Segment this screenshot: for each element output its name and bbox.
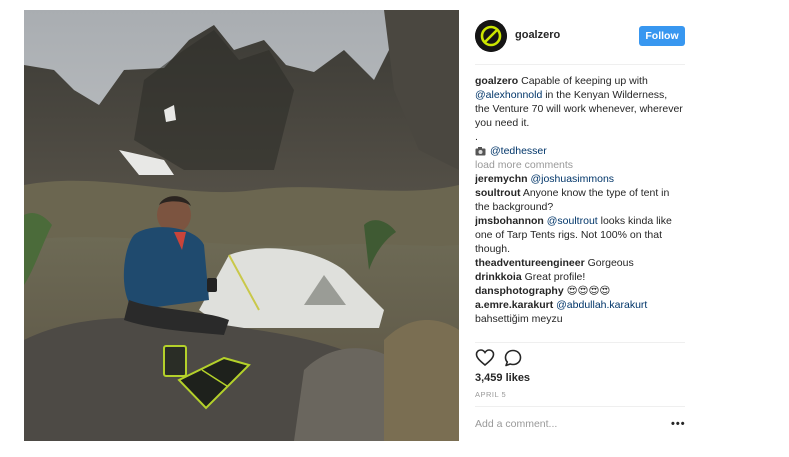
actions-divider bbox=[475, 342, 685, 343]
comment-mention[interactable]: @joshuasimmons bbox=[530, 173, 614, 185]
comment-username[interactable]: theadventureengineer bbox=[475, 257, 585, 269]
comment-username[interactable]: dansphotography bbox=[475, 285, 564, 297]
post-side-panel: goalzero Follow goalzero Capable of keep… bbox=[459, 10, 693, 441]
comment-item: soultrout Anyone know the type of tent i… bbox=[475, 186, 683, 214]
avatar[interactable] bbox=[475, 20, 507, 52]
add-comment-input[interactable]: Add a comment... bbox=[475, 418, 557, 430]
caption-username[interactable]: goalzero bbox=[475, 75, 518, 87]
comment-item: jmsbohannon @soultrout looks kinda like … bbox=[475, 214, 683, 256]
comment-item: drinkkoia Great profile! bbox=[475, 270, 683, 284]
comment-mention[interactable]: @soultrout bbox=[547, 215, 598, 227]
camera-icon bbox=[475, 146, 486, 155]
comment-username[interactable]: a.emre.karakurt bbox=[475, 299, 553, 311]
header-divider bbox=[475, 64, 685, 65]
comment-mention[interactable]: @abdullah.karakurt bbox=[556, 299, 647, 311]
caption: goalzero Capable of keeping up with @ale… bbox=[475, 74, 683, 130]
caption-dot: . bbox=[475, 131, 478, 143]
post-photo-image bbox=[24, 10, 459, 441]
comment-item: jeremychn @joshuasimmons bbox=[475, 172, 683, 186]
caption-mention[interactable]: @alexhonnold bbox=[475, 89, 542, 101]
comments-list[interactable]: goalzero Capable of keeping up with @ale… bbox=[475, 74, 683, 340]
comment-icon[interactable] bbox=[503, 348, 523, 368]
more-options-icon[interactable]: ••• bbox=[671, 418, 686, 430]
comment-text: Gorgeous bbox=[587, 257, 634, 269]
caption-text-1: Capable of keeping up with bbox=[521, 75, 648, 87]
post-username[interactable]: goalzero bbox=[515, 29, 560, 41]
comment-box-divider bbox=[475, 406, 685, 407]
photo-credit-mention[interactable]: @tedhesser bbox=[490, 144, 547, 158]
post-actions bbox=[475, 348, 685, 368]
comment-item: dansphotography 😍😍😍😍 bbox=[475, 284, 683, 298]
load-more-comments[interactable]: load more comments bbox=[475, 158, 683, 172]
comment-username[interactable]: drinkkoia bbox=[475, 271, 522, 283]
likes-count[interactable]: 3,459 likes bbox=[475, 372, 530, 384]
post-photo[interactable] bbox=[24, 10, 459, 441]
follow-button[interactable]: Follow bbox=[639, 26, 685, 46]
comment-username[interactable]: jmsbohannon bbox=[475, 215, 544, 227]
comment-username[interactable]: soultrout bbox=[475, 187, 521, 199]
comment-text-continued: bahsettiğim meyzu bbox=[475, 313, 563, 325]
post-date[interactable]: APRIL 5 bbox=[475, 390, 506, 399]
comment-text: 😍😍😍😍 bbox=[566, 285, 611, 297]
post-header: goalzero Follow bbox=[475, 20, 685, 56]
heart-icon[interactable] bbox=[475, 348, 495, 368]
comment-item: a.emre.karakurt @abdullah.karakurt bbox=[475, 298, 683, 312]
comment-username[interactable]: jeremychn bbox=[475, 173, 528, 185]
goalzero-logo-icon bbox=[475, 20, 507, 52]
comment-item: theadventureengineer Gorgeous bbox=[475, 256, 683, 270]
photo-credit: @tedhesser bbox=[475, 144, 683, 158]
comment-text: Great profile! bbox=[524, 271, 586, 283]
